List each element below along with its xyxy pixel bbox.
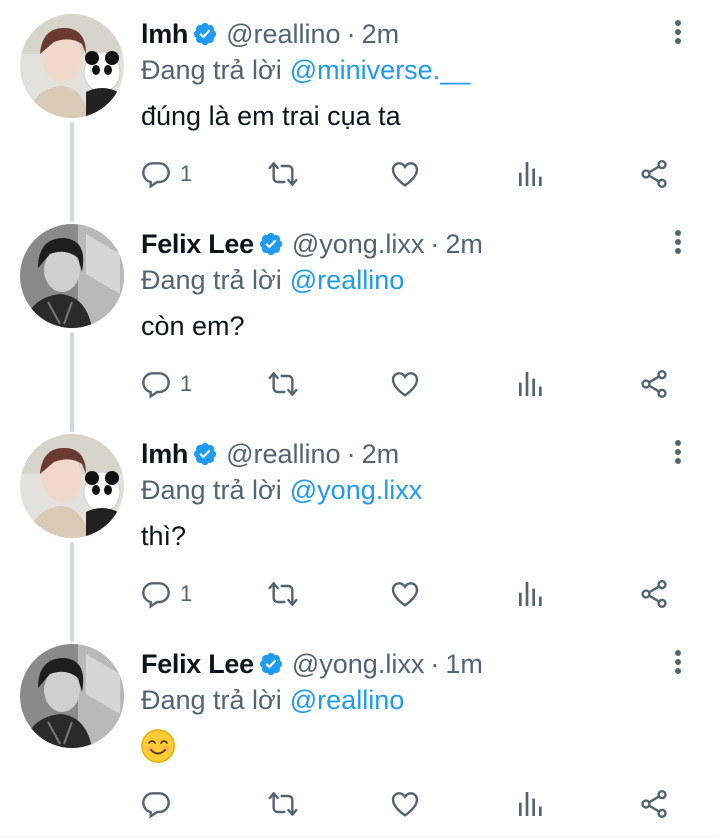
retweet-icon [268,162,298,186]
replying-to-label: Đang trả lời [141,264,282,295]
mention-link[interactable]: @miniverse.__ [290,55,470,86]
timestamp[interactable]: 2m [362,439,400,470]
retweet-icon [268,792,298,816]
tweet-text [141,726,175,766]
separator-dot: · [430,648,440,679]
action-bar: 1 [0,564,719,624]
reply-icon [142,792,170,819]
tweet[interactable]: Felix Lee @yong.lixx · 1m Đang trả lời @… [0,630,719,840]
share-button[interactable] [638,576,670,612]
analytics-icon [519,792,542,816]
mention-link[interactable]: @reallino [290,265,404,296]
views-button[interactable] [515,156,547,192]
smiling-face-emoji-icon [141,729,175,763]
avatar[interactable] [20,434,124,538]
author-handle[interactable]: @yong.lixx [292,229,424,260]
replying-to-label: Đang trả lời [141,54,282,85]
reply-icon [142,162,170,189]
action-bar: 1 [0,144,719,204]
more-options-icon[interactable] [666,646,690,678]
like-button[interactable] [389,786,421,822]
share-button[interactable] [638,366,670,402]
reply-button[interactable]: 1 [140,366,192,402]
tweet-text: còn em? [141,310,245,341]
heart-icon [391,372,419,397]
reply-count: 1 [180,371,193,396]
reply-button[interactable]: 1 [140,576,192,612]
author-name[interactable]: lmh [141,19,188,50]
like-button[interactable] [389,366,421,402]
share-button[interactable] [638,786,670,822]
more-options-icon[interactable] [666,16,690,48]
action-bar [0,774,719,834]
retweet-button[interactable] [266,156,300,192]
separator-dot: · [346,438,356,469]
avatar[interactable] [20,224,124,328]
replying-to: Đang trả lời @reallino [141,682,404,718]
replying-to: Đang trả lời @miniverse.__ [141,52,470,88]
share-button[interactable] [638,156,670,192]
reply-icon [142,372,170,399]
like-button[interactable] [389,576,421,612]
author-name[interactable]: lmh [141,439,188,470]
timestamp[interactable]: 2m [362,19,400,50]
replying-to: Đang trả lời @yong.lixx [141,472,422,508]
more-options-icon[interactable] [666,436,690,468]
author-name[interactable]: Felix Lee [141,649,254,680]
replying-to-label: Đang trả lời [141,684,282,715]
verified-badge-icon [192,21,218,47]
tweet[interactable]: lmh @reallino · 2m Đang trả lời @miniver… [0,0,719,210]
share-icon [641,580,667,608]
replying-to-label: Đang trả lời [141,474,282,505]
verified-badge-icon [258,231,284,257]
avatar[interactable] [20,644,124,748]
share-icon [641,790,667,818]
retweet-button[interactable] [266,576,300,612]
retweet-icon [268,582,298,606]
analytics-icon [519,582,542,606]
share-icon [641,370,667,398]
verified-badge-icon [192,441,218,467]
tweet-text: thì? [141,520,187,551]
heart-icon [391,162,419,187]
reply-button[interactable] [140,786,180,822]
tweet[interactable]: lmh @reallino · 2m Đang trả lời @yong.li… [0,420,719,630]
author-handle[interactable]: @yong.lixx [292,649,424,680]
retweet-button[interactable] [266,366,300,402]
views-button[interactable] [515,366,547,402]
heart-icon [391,582,419,607]
tweet-text: đúng là em trai cụa ta [141,100,401,131]
divider [0,836,719,837]
views-button[interactable] [515,786,547,822]
reply-icon [142,582,170,609]
like-button[interactable] [389,156,421,192]
verified-badge-icon [258,651,284,677]
reply-button[interactable]: 1 [140,156,192,192]
author-name[interactable]: Felix Lee [141,229,254,260]
author-handle[interactable]: @reallino [226,439,340,470]
analytics-icon [519,372,542,396]
views-button[interactable] [515,576,547,612]
replying-to: Đang trả lời @reallino [141,262,404,298]
retweet-button[interactable] [266,786,300,822]
reply-count: 1 [180,161,193,186]
reply-count: 1 [180,581,193,606]
avatar[interactable] [20,14,124,118]
timestamp[interactable]: 1m [445,649,483,680]
mention-link[interactable]: @reallino [290,685,404,716]
separator-dot: · [346,18,356,49]
share-icon [641,160,667,188]
mention-link[interactable]: @yong.lixx [290,475,422,506]
author-handle[interactable]: @reallino [226,19,340,50]
timestamp[interactable]: 2m [445,229,483,260]
more-options-icon[interactable] [666,226,690,258]
tweet[interactable]: Felix Lee @yong.lixx · 2m Đang trả lời @… [0,210,719,420]
analytics-icon [519,162,542,186]
action-bar: 1 [0,354,719,414]
retweet-icon [268,372,298,396]
heart-icon [391,792,419,817]
separator-dot: · [430,228,440,259]
